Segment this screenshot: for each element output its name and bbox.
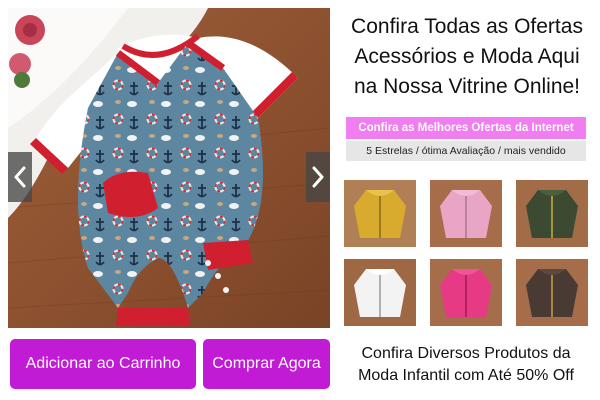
light-pink-jacket-image: [430, 180, 502, 247]
yellow-jacket-image: [344, 180, 416, 247]
promo-text: Confira Diversos Produtos da Moda Infant…: [340, 343, 592, 387]
brown-jacket-image: [516, 259, 588, 326]
promo-line-1: Confira Diversos Produtos da: [361, 345, 571, 362]
thumbnail-light-pink-jacket[interactable]: [430, 180, 502, 247]
headline: Confira Todas as Ofertas Acessórios e Mo…: [338, 12, 596, 102]
carousel-next-button[interactable]: [306, 152, 330, 202]
rating-bar: 5 Estrelas / ótima Avaliação / mais vend…: [346, 141, 586, 161]
add-to-cart-button[interactable]: Adicionar ao Carrinho: [10, 339, 196, 389]
headline-line-1: Confira Todas as Ofertas: [351, 15, 583, 38]
romper-product-photo: [8, 8, 330, 328]
headline-line-2: Acessórios e Moda Aqui: [354, 45, 580, 68]
pink-jacket-image: [430, 259, 502, 326]
thumbnail-brown-jacket[interactable]: [516, 259, 588, 326]
headline-line-3: na Nossa Vitrine Online!: [353, 75, 581, 98]
promo-line-2: Moda Infantil com Até 50% Off: [358, 367, 574, 384]
buy-now-button[interactable]: Comprar Agora: [203, 339, 330, 389]
thumbnail-white-jacket[interactable]: [344, 259, 416, 326]
green-jacket-image: [516, 180, 588, 247]
carousel-prev-button[interactable]: [8, 152, 32, 202]
white-jacket-image: [344, 259, 416, 326]
thumbnail-yellow-jacket[interactable]: [344, 180, 416, 247]
thumbnail-green-jacket[interactable]: [516, 180, 588, 247]
offer-banner[interactable]: Confira as Melhores Ofertas da Internet: [346, 117, 586, 139]
thumbnail-pink-jacket[interactable]: [430, 259, 502, 326]
product-image-carousel[interactable]: [8, 8, 330, 328]
chevron-left-icon: [14, 166, 26, 188]
chevron-right-icon: [312, 166, 324, 188]
thumbnail-grid: [344, 180, 588, 326]
